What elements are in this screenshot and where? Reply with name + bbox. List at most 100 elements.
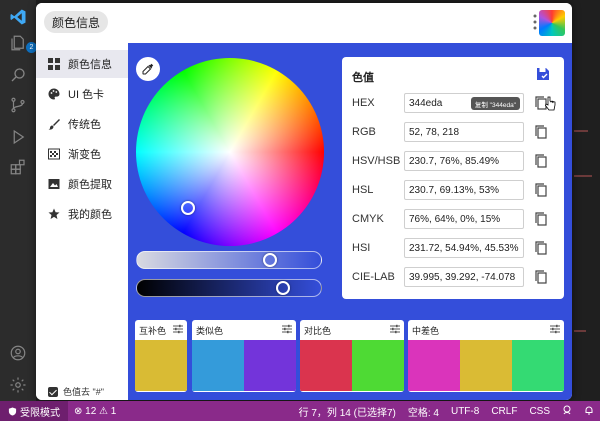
status-bar-right: 行 7，列 14 (已选择7) 空格: 4 UTF-8 CRLF CSS bbox=[293, 404, 600, 419]
value-row-hsi: HSI 231.72, 54.94%, 45.53% bbox=[352, 238, 558, 258]
sidebar-item-ui-palette[interactable]: UI 色卡 bbox=[36, 80, 128, 108]
save-color-icon[interactable] bbox=[536, 67, 550, 81]
copy-tooltip: 复制 "344eda" bbox=[470, 97, 520, 110]
palette-card-header: 互补色 bbox=[135, 320, 187, 340]
value-field[interactable]: 344eda 复制 "344eda" bbox=[404, 93, 524, 113]
brush-icon bbox=[48, 118, 60, 130]
editor-background bbox=[572, 0, 600, 401]
problems-indicator[interactable]: ⊗ 12 ⚠ 1 bbox=[68, 406, 122, 417]
color-swatch[interactable] bbox=[244, 340, 296, 391]
encoding[interactable]: UTF-8 bbox=[445, 406, 485, 417]
gradient-icon bbox=[48, 148, 60, 160]
copy-icon[interactable] bbox=[535, 125, 547, 139]
tune-icon[interactable] bbox=[282, 324, 292, 334]
color-swatch[interactable] bbox=[192, 340, 244, 391]
sidebar-item-gradients[interactable]: 渐变色 bbox=[36, 140, 128, 168]
value-label: CIE-LAB bbox=[352, 271, 395, 283]
status-bar: 受限模式 ⊗ 12 ⚠ 1 行 7，列 14 (已选择7) 空格: 4 UTF-… bbox=[0, 401, 600, 421]
cursor-position[interactable]: 行 7，列 14 (已选择7) bbox=[293, 404, 402, 419]
value-field[interactable]: 230.7, 76%, 85.49% bbox=[404, 151, 524, 171]
value-row-rgb: RGB 52, 78, 218 bbox=[352, 122, 558, 142]
sidebar: 颜色信息 UI 色卡 传统色 渐变色 颜色提取 我的颜色 色值去 "#" bbox=[36, 43, 128, 400]
grid-icon bbox=[48, 58, 60, 70]
value-field[interactable]: 39.995, 39.292, -74.078 bbox=[404, 267, 524, 287]
sidebar-item-label: 渐变色 bbox=[68, 149, 101, 161]
value-field[interactable]: 231.72, 54.94%, 45.53% bbox=[404, 238, 524, 258]
tune-icon[interactable] bbox=[390, 324, 400, 334]
main-panel: 色值 HEX 344eda 复制 "344eda" RGB 52, 78, 21… bbox=[128, 43, 572, 400]
indentation[interactable]: 空格: 4 bbox=[402, 404, 445, 419]
color-swatch[interactable] bbox=[512, 340, 564, 391]
values-title: 色值 bbox=[352, 72, 374, 84]
color-values-panel: 色值 HEX 344eda 复制 "344eda" RGB 52, 78, 21… bbox=[342, 57, 564, 299]
value-label: HSV/HSB bbox=[352, 155, 401, 167]
shield-icon bbox=[8, 406, 17, 416]
palette-card-header: 中差色 bbox=[408, 320, 564, 340]
color-tool-window: 颜色信息 颜色信息 UI 色卡 传统色 渐变色 颜色提取 我的颜色 色值去 "#… bbox=[36, 3, 572, 400]
mouse-cursor-icon bbox=[545, 96, 556, 111]
eyedropper-button[interactable] bbox=[136, 57, 160, 81]
files-icon[interactable] bbox=[9, 34, 27, 52]
copy-icon[interactable] bbox=[535, 154, 547, 168]
settings-gear-icon[interactable] bbox=[9, 376, 27, 394]
extensions-icon[interactable] bbox=[9, 158, 27, 176]
sidebar-item-traditional-colors[interactable]: 传统色 bbox=[36, 110, 128, 138]
brightness-slider-knob[interactable] bbox=[276, 281, 291, 295]
sidebar-item-my-colors[interactable]: 我的颜色 bbox=[36, 200, 128, 228]
value-row-hsv: HSV/HSB 230.7, 76%, 85.49% bbox=[352, 151, 558, 171]
restricted-mode-label: 受限模式 bbox=[20, 407, 60, 419]
value-field[interactable]: 230.7, 69.13%, 53% bbox=[404, 180, 524, 200]
color-swatch[interactable] bbox=[460, 340, 512, 391]
editor-decoration bbox=[574, 130, 588, 132]
brightness-slider[interactable] bbox=[136, 279, 322, 297]
run-debug-icon[interactable] bbox=[9, 128, 27, 146]
strip-hash-option[interactable]: 色值去 "#" bbox=[48, 385, 104, 398]
tune-icon[interactable] bbox=[173, 324, 183, 334]
search-icon[interactable] bbox=[9, 66, 27, 84]
sidebar-item-color-extract[interactable]: 颜色提取 bbox=[36, 170, 128, 198]
value-field[interactable]: 76%, 64%, 0%, 15% bbox=[404, 209, 524, 229]
color-swatch[interactable] bbox=[135, 340, 187, 391]
value-label: RGB bbox=[352, 126, 376, 138]
palette-card-contrast: 对比色 bbox=[300, 320, 404, 392]
value-label: HSL bbox=[352, 184, 374, 196]
vscode-logo-icon bbox=[9, 8, 27, 26]
color-wheel[interactable] bbox=[136, 58, 324, 246]
saturation-slider[interactable] bbox=[136, 251, 322, 269]
value-row-hex: HEX 344eda 复制 "344eda" bbox=[352, 93, 558, 113]
copy-icon[interactable] bbox=[535, 270, 547, 284]
copy-icon[interactable] bbox=[535, 183, 547, 197]
palette-card-medium-difference: 中差色 bbox=[408, 320, 564, 392]
tune-icon[interactable] bbox=[550, 324, 560, 334]
palette-swatches bbox=[135, 340, 187, 391]
page-title: 颜色信息 bbox=[44, 11, 109, 33]
palette-icon bbox=[48, 88, 60, 100]
color-swatch[interactable] bbox=[408, 340, 460, 391]
more-vertical-icon[interactable] bbox=[532, 13, 538, 31]
language-mode[interactable]: CSS bbox=[523, 406, 556, 417]
notifications-bell-icon[interactable] bbox=[578, 405, 600, 418]
end-of-line[interactable]: CRLF bbox=[485, 406, 523, 417]
editor-decoration bbox=[574, 175, 592, 177]
palette-card-complementary: 互补色 bbox=[135, 320, 187, 392]
star-icon bbox=[48, 208, 60, 220]
color-swatch[interactable] bbox=[352, 340, 404, 391]
eyedropper-icon bbox=[142, 63, 154, 75]
sidebar-item-color-info[interactable]: 颜色信息 bbox=[36, 50, 128, 78]
account-icon[interactable] bbox=[9, 344, 27, 362]
saturation-slider-knob[interactable] bbox=[262, 253, 277, 267]
restricted-mode-indicator[interactable]: 受限模式 bbox=[0, 401, 68, 421]
sidebar-item-label: UI 色卡 bbox=[68, 89, 105, 101]
value-field[interactable]: 52, 78, 218 bbox=[404, 122, 524, 142]
window-titlebar: 颜色信息 bbox=[36, 3, 572, 43]
copy-icon[interactable] bbox=[535, 241, 547, 255]
color-wheel-handle[interactable] bbox=[181, 201, 195, 215]
app-logo-icon bbox=[539, 10, 565, 36]
palette-card-label: 中差色 bbox=[412, 325, 440, 336]
palette-swatches bbox=[300, 340, 404, 391]
strip-hash-checkbox[interactable] bbox=[48, 386, 58, 397]
copy-icon[interactable] bbox=[535, 212, 547, 226]
feedback-icon[interactable] bbox=[556, 405, 578, 418]
source-control-icon[interactable] bbox=[9, 96, 27, 114]
color-swatch[interactable] bbox=[300, 340, 352, 391]
